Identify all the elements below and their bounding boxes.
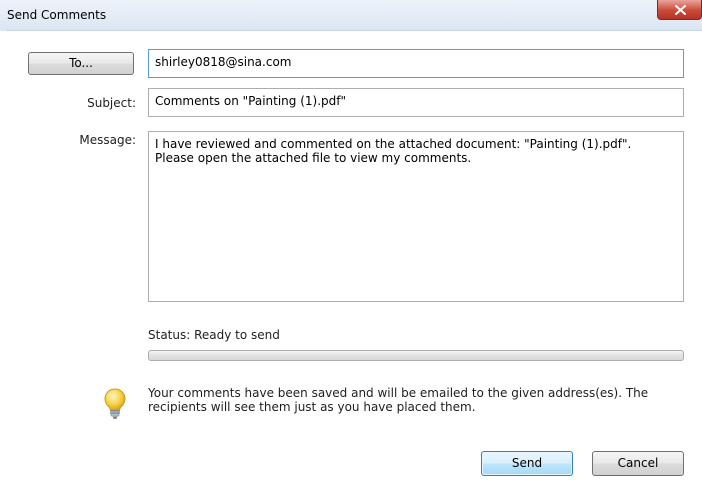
status-text: Status: Ready to send: [148, 328, 280, 342]
message-textarea[interactable]: I have reviewed and commented on the att…: [148, 131, 684, 302]
close-button[interactable]: [657, 0, 702, 20]
to-field-value: shirley0818@sina.com: [155, 55, 292, 69]
window-title: Send Comments: [7, 8, 107, 22]
message-label: Message:: [79, 133, 136, 147]
to-field[interactable]: shirley0818@sina.com: [148, 49, 684, 78]
send-button[interactable]: Send: [481, 451, 573, 476]
to-button[interactable]: To...: [28, 52, 134, 75]
subject-field-value: Comments on "Painting (1).pdf": [155, 94, 346, 108]
send-button-label: Send: [511, 456, 543, 470]
cancel-button[interactable]: Cancel: [592, 451, 684, 476]
info-message: Your comments have been saved and will b…: [148, 386, 649, 414]
subject-field[interactable]: Comments on "Painting (1).pdf": [148, 88, 684, 117]
send-progress-bar: [148, 350, 684, 361]
lightbulb-icon: [104, 388, 126, 419]
title-bar: Send Comments: [0, 0, 702, 31]
cancel-button-label: Cancel: [617, 456, 659, 470]
subject-label: Subject:: [87, 96, 136, 110]
to-button-label: To...: [69, 56, 93, 70]
close-x-icon: [675, 5, 686, 15]
